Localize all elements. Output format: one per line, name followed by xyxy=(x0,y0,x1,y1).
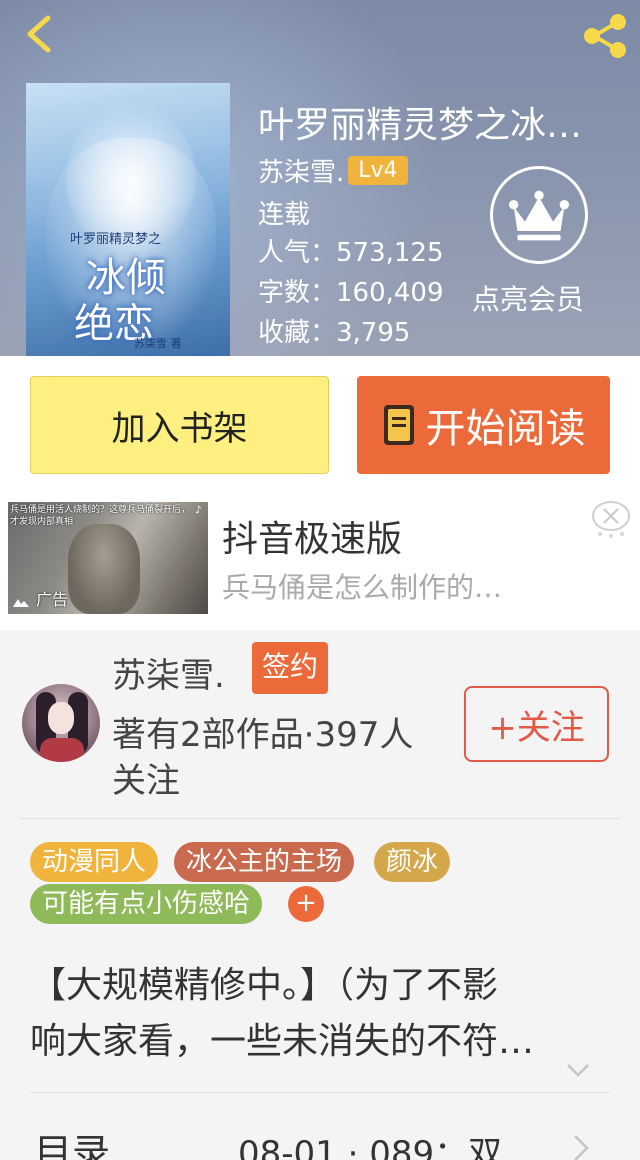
vip-label[interactable]: 点亮会员 xyxy=(472,278,584,318)
close-ad-icon[interactable] xyxy=(590,498,632,540)
author-stats: 著有2部作品·397人 关注 xyxy=(112,712,462,804)
tag-chip[interactable]: 颜冰 xyxy=(374,842,451,882)
chevron-down-icon[interactable] xyxy=(566,1062,590,1078)
author-card-name[interactable]: 苏柒雪. xyxy=(112,648,225,697)
crown-icon xyxy=(508,190,570,241)
author-name[interactable]: 苏柒雪. xyxy=(258,152,344,189)
start-reading-button[interactable]: 开始阅读 xyxy=(357,376,610,474)
description-line1: 【大规模精修中。】（为了不影 xyxy=(30,965,499,1006)
back-arrow-icon[interactable] xyxy=(18,12,62,56)
cover-author: 苏柒雪 著 xyxy=(134,337,182,350)
toc-label[interactable]: 目录 xyxy=(34,1122,110,1160)
tag-chip[interactable]: 冰公主的主场 xyxy=(174,842,355,882)
ad-logo-icon xyxy=(13,599,29,607)
ad-banner[interactable]: 兵马俑是用活人烧制的？这尊兵马俑裂开后，才发现内部真相 ♪ 广告 抖音极速版 兵… xyxy=(0,494,640,630)
start-reading-label: 开始阅读 xyxy=(425,406,586,452)
ad-tag: 广告 xyxy=(36,590,69,609)
ad-title[interactable]: 抖音极速版 xyxy=(222,510,402,562)
tag-chip[interactable]: 可能有点小伤感哈 xyxy=(30,884,263,924)
add-to-shelf-button[interactable]: 加入书架 xyxy=(30,376,329,474)
favorites-count: 收藏：3,795 xyxy=(258,318,411,348)
divider xyxy=(30,1092,610,1093)
ad-thumbnail[interactable]: 兵马俑是用活人烧制的？这尊兵马俑裂开后，才发现内部真相 ♪ 广告 xyxy=(8,502,208,614)
description-line2: 响大家看，一些未消失的不符… xyxy=(30,1021,535,1062)
tag-chip[interactable]: 动漫同人 xyxy=(30,842,159,882)
share-icon[interactable] xyxy=(580,12,630,60)
author-line: 苏柒雪. Lv4 xyxy=(258,152,408,189)
chevron-right-icon[interactable] xyxy=(572,1134,590,1160)
level-badge: Lv4 xyxy=(348,156,408,185)
ad-thumbnail-caption: 兵马俑是用活人烧制的？这尊兵马俑裂开后，才发现内部真相 xyxy=(10,505,191,527)
divider xyxy=(20,818,620,819)
author-stats-line1: 著有2部作品·397人 xyxy=(112,715,414,755)
latest-chapter[interactable]: 08-01 · 089：双 xyxy=(238,1126,502,1160)
popularity: 人气：573,125 xyxy=(258,238,444,268)
book-description[interactable]: 【大规模精修中。】（为了不影 响大家看，一些未消失的不符… xyxy=(30,958,600,1070)
vip-button[interactable] xyxy=(490,166,588,264)
author-stats-line2: 关注 xyxy=(112,761,180,801)
book-cover[interactable]: 叶罗丽精灵梦之 冰倾 绝恋 苏柒雪 著 xyxy=(26,83,230,356)
book-header: 叶罗丽精灵梦之 冰倾 绝恋 苏柒雪 著 叶罗丽精灵梦之冰… 苏柒雪. Lv4 连… xyxy=(0,0,640,356)
ad-description[interactable]: 兵马俑是怎么制作的… xyxy=(222,566,562,606)
book-icon xyxy=(383,405,414,445)
follow-button[interactable]: +关注 xyxy=(464,686,609,762)
word-count: 字数：160,409 xyxy=(258,278,444,308)
tiktok-icon: ♪ xyxy=(195,505,202,516)
signed-badge: 签约 xyxy=(252,642,329,694)
author-avatar[interactable] xyxy=(22,684,100,762)
serial-status: 连载 xyxy=(258,200,311,230)
add-tag-button[interactable]: + xyxy=(288,886,324,922)
book-title: 叶罗丽精灵梦之冰… xyxy=(258,105,583,146)
